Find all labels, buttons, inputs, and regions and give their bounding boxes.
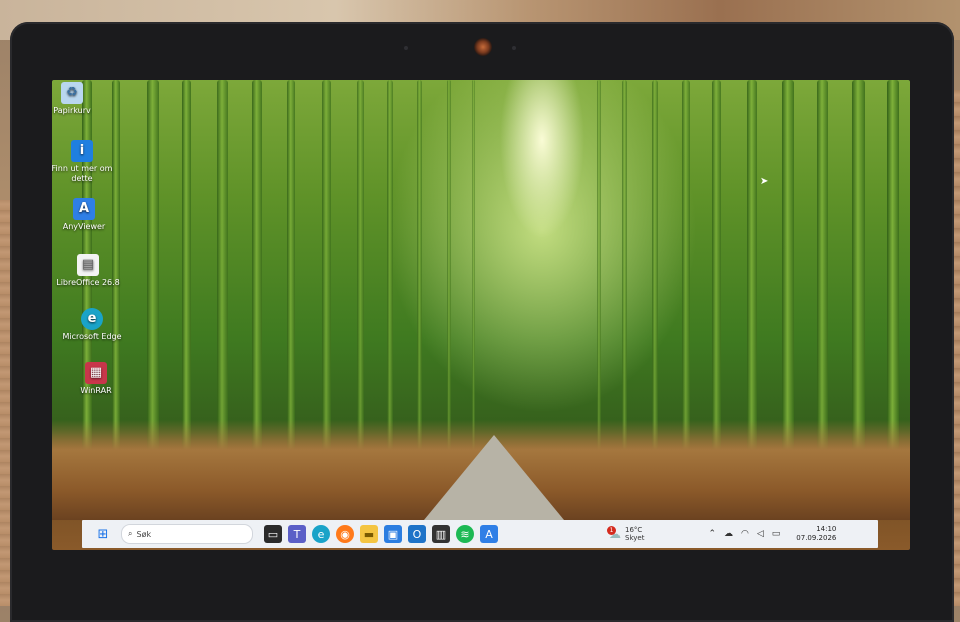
spotify-icon[interactable]: ≋ <box>456 525 474 543</box>
weather-widget[interactable]: ☁ 1 16°C Skyet <box>607 526 645 542</box>
chevron-up-icon[interactable]: ⌃ <box>708 529 716 539</box>
webcam <box>474 38 492 56</box>
desktop-icon-recycle-bin[interactable]: ♻ Papirkurv <box>52 82 104 116</box>
store-icon[interactable]: ▣ <box>384 525 402 543</box>
libreoffice-icon: ▤ <box>77 254 99 276</box>
teams-icon[interactable]: T <box>288 525 306 543</box>
anyviewer-icon: A <box>73 198 95 220</box>
edge-icon: e <box>81 308 103 330</box>
desktop-icon-winrar[interactable]: ▦ WinRAR <box>64 362 128 396</box>
bezel-sensor <box>404 46 408 50</box>
search-icon: ⌕ <box>128 529 133 538</box>
system-tray: ⌃ ☁ ◠ ◁ ▭ <box>704 529 784 539</box>
desktop-icon-libreoffice[interactable]: ▤ LibreOffice 26.8 <box>56 254 120 288</box>
clapperboard-icon[interactable]: ▥ <box>432 525 450 543</box>
volume-icon[interactable]: ◁ <box>757 529 764 539</box>
weather-temperature: 16°C <box>625 526 643 534</box>
desktop-icon-anyviewer[interactable]: A AnyViewer <box>52 198 116 232</box>
taskbar: ⊞ ⌕ Søk ▭ T e ◉ ▬ ▣ O ▥ ≋ A ☁ 1 16°C Sky… <box>82 520 878 548</box>
firefox-icon[interactable]: ◉ <box>336 525 354 543</box>
onedrive-off-icon[interactable]: ☁ <box>724 529 733 539</box>
notification-badge: 1 <box>607 526 616 535</box>
learn-more-icon: i <box>71 140 93 162</box>
battery-icon[interactable]: ▭ <box>772 529 781 539</box>
file-explorer-icon[interactable]: ▬ <box>360 525 378 543</box>
mouse-cursor-icon: ➤ <box>760 176 769 187</box>
clock-date: 07.09.2026 <box>796 534 837 542</box>
start-button[interactable]: ⊞ <box>94 525 112 543</box>
task-view-icon[interactable]: ▭ <box>264 525 282 543</box>
recycle-bin-icon: ♻ <box>61 82 83 104</box>
anyviewer-icon[interactable]: A <box>480 525 498 543</box>
clock-time: 14:10 <box>816 525 837 533</box>
desktop-icon-learn-more[interactable]: i Finn ut mer om dette <box>52 140 114 184</box>
outlook-icon[interactable]: O <box>408 525 426 543</box>
wallpaper-path <box>424 435 564 520</box>
wifi-icon[interactable]: ◠ <box>741 529 749 539</box>
bezel-sensor <box>512 46 516 50</box>
desktop-icon-edge[interactable]: e Microsoft Edge <box>60 308 124 342</box>
edge-icon[interactable]: e <box>312 525 330 543</box>
winrar-icon: ▦ <box>85 362 107 384</box>
clock[interactable]: 14:10 07.09.2026 <box>796 525 836 543</box>
laptop-screen: ♻ Papirkurv i Finn ut mer om dette A Any… <box>52 80 910 550</box>
weather-condition: Skyet <box>625 534 645 542</box>
cloud-icon: ☁ 1 <box>607 526 621 541</box>
search-box[interactable]: ⌕ Søk <box>121 524 253 544</box>
